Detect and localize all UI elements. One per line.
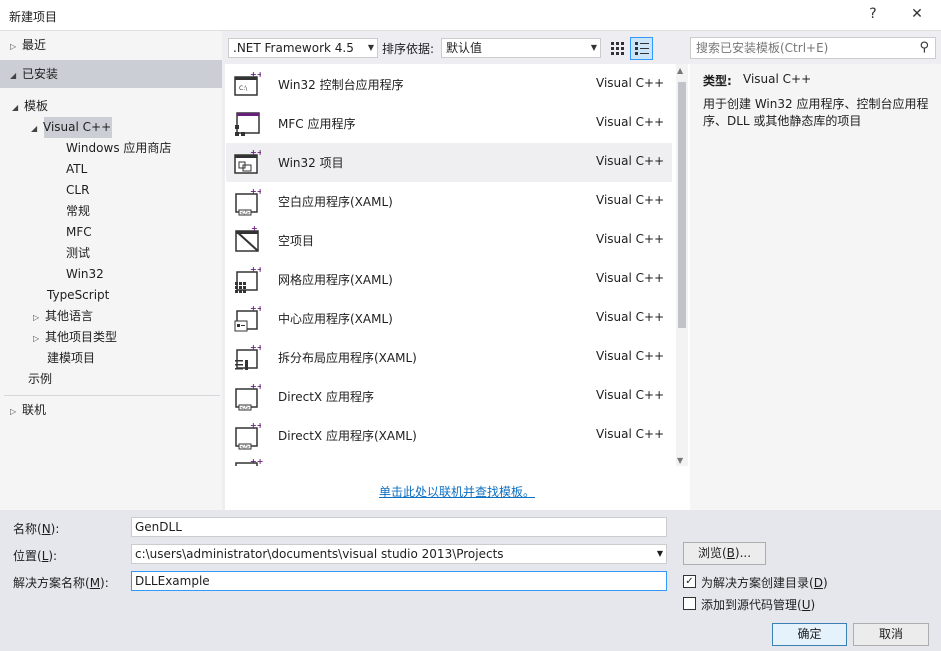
divider (4, 395, 220, 396)
scrollbar-thumb[interactable] (678, 82, 686, 328)
sort-select[interactable]: 默认值 ▼ (441, 38, 601, 58)
name-label: 名称(N): (13, 522, 60, 536)
svg-text:</>: </> (240, 445, 250, 451)
create-directory-label[interactable]: 为解决方案创建目录(D) (701, 574, 828, 591)
svg-text:++: ++ (250, 382, 261, 391)
mfc-app-icon (235, 112, 260, 136)
svg-text:</>: </> (240, 211, 250, 217)
dropdown-arrow-icon: ▼ (367, 43, 374, 52)
svg-text:++: ++ (250, 421, 261, 430)
split-xaml-app-icon: ++ (235, 343, 261, 370)
sort-label: 排序依据: (382, 42, 435, 56)
template-row[interactable]: C:\ ++ Win32 控制台应用程序 Visual C++ (226, 65, 672, 104)
tree-item-templates[interactable]: ◢ 模板 (12, 96, 48, 117)
ok-button[interactable]: 确定 (772, 623, 847, 646)
svg-text:C:\: C:\ (239, 85, 248, 92)
dropdown-arrow-icon: ▼ (656, 549, 663, 558)
hub-xaml-app-icon: ++ (234, 304, 261, 332)
tree-item-windows-store[interactable]: Windows 应用商店 (66, 138, 171, 159)
tree-item-general[interactable]: 常规 (66, 201, 90, 222)
tree-item-test[interactable]: 测试 (66, 243, 90, 264)
close-button[interactable]: ✕ (907, 6, 927, 26)
svg-text:++: ++ (250, 148, 261, 157)
browse-button[interactable]: 浏览(B)... (683, 542, 766, 565)
chevron-right-icon: ▷ (10, 407, 17, 416)
type-label: 类型: (703, 74, 732, 88)
small-icons-view-button[interactable] (606, 37, 628, 59)
svg-text:++: ++ (250, 70, 261, 79)
chevron-right-icon: ▷ (10, 42, 17, 51)
tree-item-online[interactable]: ▷ 联机 (10, 400, 46, 421)
template-row[interactable]: + 空项目 Visual C++ (226, 221, 672, 260)
svg-text:++: ++ (250, 265, 261, 274)
chevron-down-icon: ◢ (31, 124, 38, 133)
chevron-down-icon: ◢ (10, 71, 17, 80)
dropdown-arrow-icon: ▼ (590, 43, 597, 52)
chevron-right-icon: ▷ (33, 313, 40, 322)
tree-item-visual-cpp[interactable]: ◢ Visual C++ (31, 117, 111, 138)
grid-view-icon (611, 42, 624, 55)
template-tree: ▷ 最近 ◢ 已安装 ◢ 模板 ◢ Visual C++ Windows 应用商店 AT… (0, 31, 222, 510)
svg-text:</>: </> (240, 406, 250, 412)
tree-item-samples[interactable]: 示例 (28, 369, 52, 390)
source-control-checkbox[interactable] (683, 597, 696, 610)
create-directory-checkbox[interactable]: ✓ (683, 575, 696, 588)
name-field[interactable]: GenDLL (131, 517, 667, 537)
search-icon: ⚲ (919, 40, 929, 55)
source-control-label[interactable]: 添加到源代码管理(U) (701, 596, 815, 613)
template-row-selected[interactable]: ++ Win32 项目 Visual C++ (226, 143, 672, 182)
svg-text:++: ++ (250, 343, 261, 352)
list-view-button[interactable] (630, 37, 653, 60)
location-label: 位置(L): (13, 549, 58, 563)
template-description: 用于创建 Win32 应用程序、控制台应用程序、DLL 或其他静态库的项目 (703, 97, 929, 128)
grid-xaml-app-icon: ++ (235, 265, 261, 293)
window-title: 新建项目 (9, 10, 58, 24)
directx-xaml-app-icon: </> ++ (235, 421, 261, 451)
cancel-button[interactable]: 取消 (853, 623, 929, 646)
empty-project-icon: + (235, 225, 259, 252)
chevron-down-icon: ◢ (12, 103, 19, 112)
template-row[interactable]: </> ++ DirectX 应用程序(XAML) Visual C++ (226, 416, 672, 455)
svg-text:++: ++ (250, 304, 261, 313)
scroll-up-icon[interactable]: ▲ (677, 66, 683, 75)
type-value: Visual C++ (743, 72, 812, 86)
template-row[interactable]: ++ 中心应用程序(XAML) Visual C++ (226, 299, 672, 338)
console-app-icon: C:\++ (234, 70, 261, 96)
tree-item-win32[interactable]: Win32 (66, 264, 104, 285)
template-row[interactable]: </> ++ 空白应用程序(XAML) Visual C++ (226, 182, 672, 221)
directx-app-icon: </> ++ (235, 382, 261, 412)
tree-item-atl[interactable]: ATL (66, 159, 87, 180)
list-view-icon (635, 42, 649, 55)
partial-template-icon: ++ (235, 457, 263, 466)
blank-xaml-app-icon: </> ++ (235, 187, 261, 217)
chevron-right-icon: ▷ (33, 334, 40, 343)
framework-select[interactable]: .NET Framework 4.5 ▼ (228, 38, 378, 58)
tree-item-other-project-types[interactable]: ▷ 其他项目类型 (33, 327, 117, 348)
tree-item-clr[interactable]: CLR (66, 180, 89, 201)
svg-text:+: + (251, 225, 258, 233)
tree-item-installed[interactable]: ◢ 已安装 (10, 64, 58, 85)
svg-text:++: ++ (250, 187, 261, 196)
solution-name-field[interactable]: DLLExample (131, 571, 667, 591)
tree-item-recent[interactable]: ▷ 最近 (10, 35, 46, 56)
title-bar: 新建项目 ? ✕ (0, 0, 941, 31)
project-form: 名称(N): GenDLL 位置(L): c:\users\administra… (0, 510, 941, 651)
online-templates-link[interactable]: 单击此处以联机并查找模板。 (379, 483, 535, 500)
location-field[interactable]: c:\users\administrator\documents\visual … (131, 544, 667, 564)
solution-label: 解决方案名称(M): (13, 576, 109, 590)
tree-item-modeling[interactable]: 建模项目 (47, 348, 95, 369)
tree-item-mfc[interactable]: MFC (66, 222, 92, 243)
tree-item-other-languages[interactable]: ▷ 其他语言 (33, 306, 93, 327)
template-row[interactable]: ++ 拆分布局应用程序(XAML) Visual C++ (226, 338, 672, 377)
help-button[interactable]: ? (863, 6, 883, 26)
template-row[interactable]: MFC 应用程序 Visual C++ (226, 104, 672, 143)
scroll-down-icon[interactable]: ▼ (677, 456, 683, 465)
template-row[interactable]: </> ++ DirectX 应用程序 Visual C++ (226, 377, 672, 416)
win32-project-icon: ++ (234, 148, 261, 174)
tree-item-typescript[interactable]: TypeScript (47, 285, 109, 306)
search-input[interactable]: 搜索已安装模板(Ctrl+E) ⚲ (690, 37, 936, 59)
partial-row: ++ (226, 456, 672, 466)
details-panel: 类型: Visual C++ 用于创建 Win32 应用程序、控制台应用程序、D… (690, 64, 941, 510)
template-row[interactable]: ++ 网格应用程序(XAML) Visual C++ (226, 260, 672, 299)
